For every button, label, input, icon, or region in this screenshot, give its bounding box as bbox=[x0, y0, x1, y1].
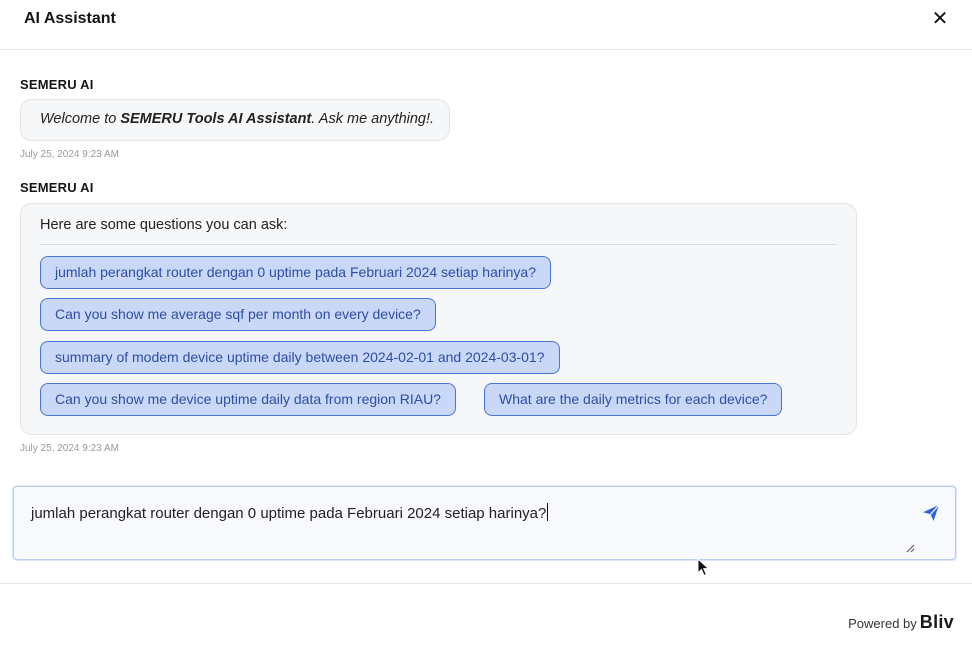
welcome-text-end: . Ask me anything!. bbox=[311, 111, 435, 127]
suggestion-chip[interactable]: summary of modem device uptime daily bet… bbox=[40, 341, 560, 374]
message-timestamp: July 25, 2024 9:23 AM bbox=[20, 149, 119, 160]
divider bbox=[0, 583, 972, 584]
resize-handle-icon[interactable] bbox=[905, 543, 915, 553]
powered-by: Powered by Bliv bbox=[848, 612, 954, 633]
text-caret bbox=[547, 503, 549, 521]
chat-input[interactable]: jumlah perangkat router dengan 0 uptime … bbox=[13, 486, 956, 560]
welcome-product-name: SEMERU Tools AI Assistant bbox=[120, 111, 312, 127]
chat-input-text[interactable]: jumlah perangkat router dengan 0 uptime … bbox=[31, 503, 549, 522]
message-sender: SEMERU AI bbox=[20, 180, 94, 195]
dialog-header: AI Assistant ✕ bbox=[0, 0, 972, 50]
welcome-message: Welcome to SEMERU Tools AI Assistant. As… bbox=[20, 99, 450, 141]
close-icon[interactable]: ✕ bbox=[928, 8, 952, 32]
powered-by-label: Powered by bbox=[848, 616, 917, 631]
suggestions-message: Here are some questions you can ask: jum… bbox=[20, 203, 857, 435]
chat-input-value: jumlah perangkat router dengan 0 uptime … bbox=[31, 505, 547, 522]
dialog-title: AI Assistant bbox=[24, 10, 116, 27]
message-timestamp: July 25, 2024 9:23 AM bbox=[20, 443, 119, 454]
suggestions-intro: Here are some questions you can ask: bbox=[40, 217, 288, 233]
mouse-pointer-icon bbox=[697, 558, 710, 577]
suggestion-chip[interactable]: What are the daily metrics for each devi… bbox=[484, 383, 783, 416]
welcome-text-start: Welcome to bbox=[40, 111, 121, 127]
suggestion-chip[interactable]: Can you show me average sqf per month on… bbox=[40, 298, 436, 331]
send-icon[interactable] bbox=[921, 503, 941, 523]
divider bbox=[40, 244, 837, 245]
brand-logo: Bliv bbox=[919, 612, 954, 632]
suggestion-chip[interactable]: Can you show me device uptime daily data… bbox=[40, 383, 456, 416]
message-sender: SEMERU AI bbox=[20, 77, 94, 92]
suggestion-chip[interactable]: jumlah perangkat router dengan 0 uptime … bbox=[40, 256, 551, 289]
